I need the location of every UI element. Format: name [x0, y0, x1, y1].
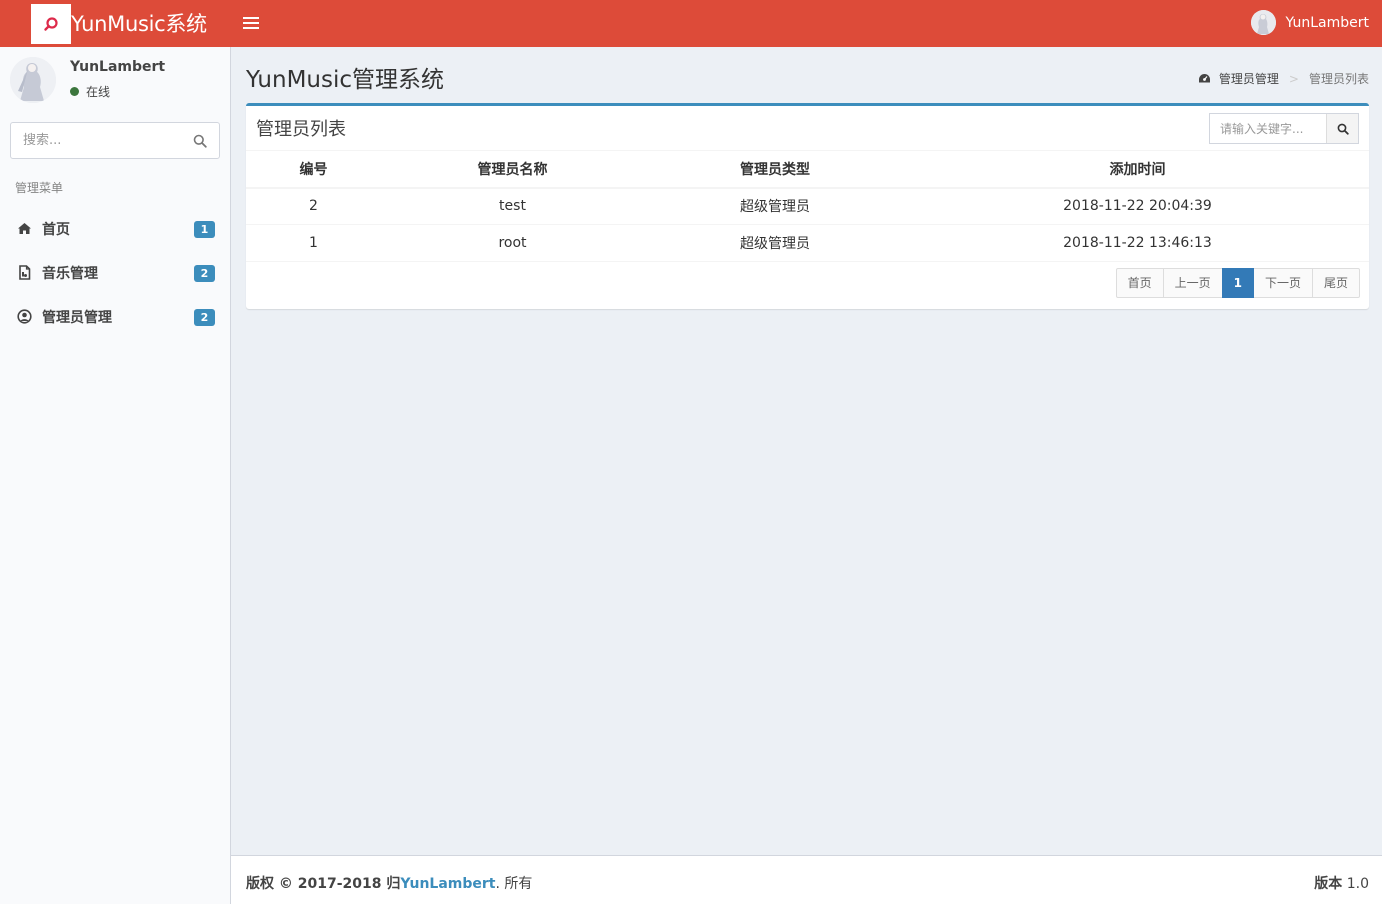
version-number: 1.0 [1346, 876, 1369, 892]
sidebar-search [10, 122, 220, 159]
menu-header: 管理菜单 [15, 181, 64, 195]
search-icon [1337, 123, 1349, 135]
cell-id: 1 [246, 224, 381, 262]
dashboard-icon [1198, 74, 1210, 83]
search-icon [193, 134, 207, 148]
footer: 版权 © 2017-2018 归YunLambert. 所有 版本 1.0 [231, 855, 1382, 904]
sidebar-item-label: 首页 [42, 222, 70, 238]
keyword-search-button[interactable] [1326, 114, 1358, 143]
cell-time: 2018-11-22 13:46:13 [906, 224, 1369, 262]
avatar [10, 57, 56, 103]
sidebar: YunLambert 在线 管理菜单 首页 1 音乐管理 2 [0, 47, 231, 904]
table-header-row: 编号 管理员名称 管理员类型 添加时间 [246, 150, 1369, 189]
sidebar-item-label: 音乐管理 [42, 266, 98, 282]
count-badge: 2 [194, 265, 215, 282]
top-header: YunMusic系统 YunLambert [0, 0, 1382, 47]
keyword-search-input[interactable] [1210, 114, 1327, 143]
copyright: 版权 © 2017-2018 归YunLambert. 所有 [246, 873, 532, 893]
count-badge: 2 [194, 309, 215, 326]
count-badge: 1 [194, 221, 215, 238]
copyright-suffix: . 所有 [495, 876, 533, 892]
cell-type: 超级管理员 [644, 224, 906, 262]
logo[interactable] [31, 4, 71, 44]
breadcrumb-current: 管理员列表 [1308, 72, 1369, 86]
breadcrumb: 管理员管理 > 管理员列表 [1198, 70, 1369, 87]
box-search [1209, 113, 1359, 144]
table-row[interactable]: 2 test 超级管理员 2018-11-22 20:04:39 [246, 187, 1369, 225]
owner-link[interactable]: YunLambert [400, 876, 495, 892]
page-current-button[interactable]: 1 [1221, 268, 1254, 298]
user-menu[interactable]: YunLambert [1250, 10, 1369, 35]
page-title: YunMusic管理系统 [246, 67, 445, 93]
column-header-type: 管理员类型 [644, 150, 906, 189]
avatar [1250, 10, 1276, 35]
sidebar-item-label: 管理员管理 [42, 310, 112, 326]
pagination: 首页 上一页 1 下一页 尾页 [1115, 268, 1360, 298]
table-row[interactable]: 1 root 超级管理员 2018-11-22 13:46:13 [246, 224, 1369, 262]
copyright-prefix: 版权 © 2017-2018 归 [246, 876, 401, 892]
brand-title[interactable]: YunMusic系统 [71, 8, 207, 38]
cell-time: 2018-11-22 20:04:39 [906, 187, 1369, 225]
header-user-name: YunLambert [1285, 14, 1369, 31]
version-label: 版本 [1314, 876, 1343, 892]
breadcrumb-separator: > [1288, 71, 1299, 86]
cell-name: test [381, 187, 644, 225]
user-circle-icon [17, 309, 32, 324]
sidebar-user-name: YunLambert [70, 59, 166, 75]
sidebar-item-music[interactable]: 音乐管理 2 [0, 251, 230, 295]
cell-type: 超级管理员 [644, 187, 906, 225]
column-header-id: 编号 [246, 150, 381, 189]
admin-list-box: 管理员列表 编号 管理员名称 管理员类型 添加时间 2 test 超级管理员 2… [246, 103, 1369, 309]
music-file-icon [19, 265, 31, 280]
column-header-name: 管理员名称 [381, 150, 644, 189]
sidebar-item-home[interactable]: 首页 1 [0, 207, 230, 251]
sidebar-search-button[interactable] [181, 123, 219, 158]
sidebar-toggle-icon[interactable] [243, 15, 259, 31]
page-prev-button[interactable]: 上一页 [1162, 268, 1223, 298]
online-dot-icon [70, 87, 79, 96]
cell-name: root [381, 224, 644, 262]
page-next-button[interactable]: 下一页 [1252, 268, 1313, 298]
sidebar-item-admin[interactable]: 管理员管理 2 [0, 295, 230, 339]
box-title: 管理员列表 [256, 119, 346, 140]
home-icon [18, 223, 31, 234]
status-text: 在线 [86, 85, 111, 99]
admin-table: 编号 管理员名称 管理员类型 添加时间 2 test 超级管理员 2018-11… [246, 150, 1369, 262]
column-header-time: 添加时间 [906, 150, 1369, 189]
breadcrumb-parent[interactable]: 管理员管理 [1198, 70, 1279, 87]
page-first-button[interactable]: 首页 [1115, 268, 1164, 298]
version-info: 版本 1.0 [1314, 873, 1369, 893]
user-status: 在线 [70, 83, 110, 100]
search-logo-icon [44, 17, 58, 31]
cell-id: 2 [246, 187, 381, 225]
page-last-button[interactable]: 尾页 [1311, 268, 1360, 298]
breadcrumb-parent-label: 管理员管理 [1218, 72, 1279, 86]
sidebar-search-input[interactable] [11, 123, 186, 158]
